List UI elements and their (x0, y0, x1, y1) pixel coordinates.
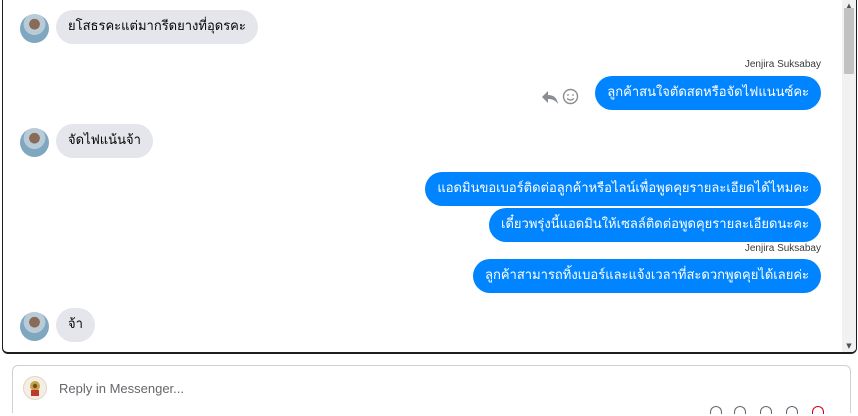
scroll-thumb[interactable] (844, 8, 854, 74)
reply-composer (12, 365, 851, 416)
page-avatar (23, 376, 47, 400)
message-list: ยโสธรคะแต่มากรีดยางที่อุดรคะ Jenjira Suk… (3, 0, 843, 352)
outgoing-message[interactable]: ลูกค้าสามารถทิ้งเบอร์และแจ้งเวลาที่สะดวก… (473, 259, 821, 293)
message-thread: ยโสธรคะแต่มากรีดยางที่อุดรคะ Jenjira Suk… (2, 0, 857, 354)
avatar[interactable] (20, 312, 49, 341)
avatar[interactable] (20, 128, 49, 157)
incoming-message[interactable]: จ้า (56, 308, 95, 342)
reply-icon[interactable] (541, 88, 559, 106)
emoji-icon[interactable] (562, 88, 579, 105)
message-actions (541, 88, 581, 108)
outgoing-message[interactable]: ลูกค้าสนใจตัดสดหรือจัดไฟแนนซ์คะ (595, 76, 821, 110)
reply-input[interactable] (57, 374, 621, 402)
scroll-down-icon[interactable]: ▼ (842, 340, 856, 352)
sender-name: Jenjira Suksabay (744, 59, 821, 70)
sender-name: Jenjira Suksabay (744, 243, 821, 254)
page-logo-icon (30, 381, 40, 396)
incoming-message[interactable]: ยโสธรคะแต่มากรีดยางที่อุดรคะ (56, 10, 258, 44)
outgoing-message[interactable]: เดี๋ยวพรุ่งนี้แอดมินให้เซลล์ติดต่อพูดคุย… (489, 208, 821, 242)
scrollbar[interactable]: ▲ ▼ (842, 0, 856, 352)
avatar[interactable] (20, 14, 49, 43)
composer-toolbar (700, 406, 850, 416)
outgoing-message[interactable]: แอดมินขอเบอร์ติดต่อลูกค้าหรือไลน์เพื่อพู… (425, 172, 821, 206)
incoming-message[interactable]: จัดไฟแน้นจ้า (56, 124, 153, 158)
